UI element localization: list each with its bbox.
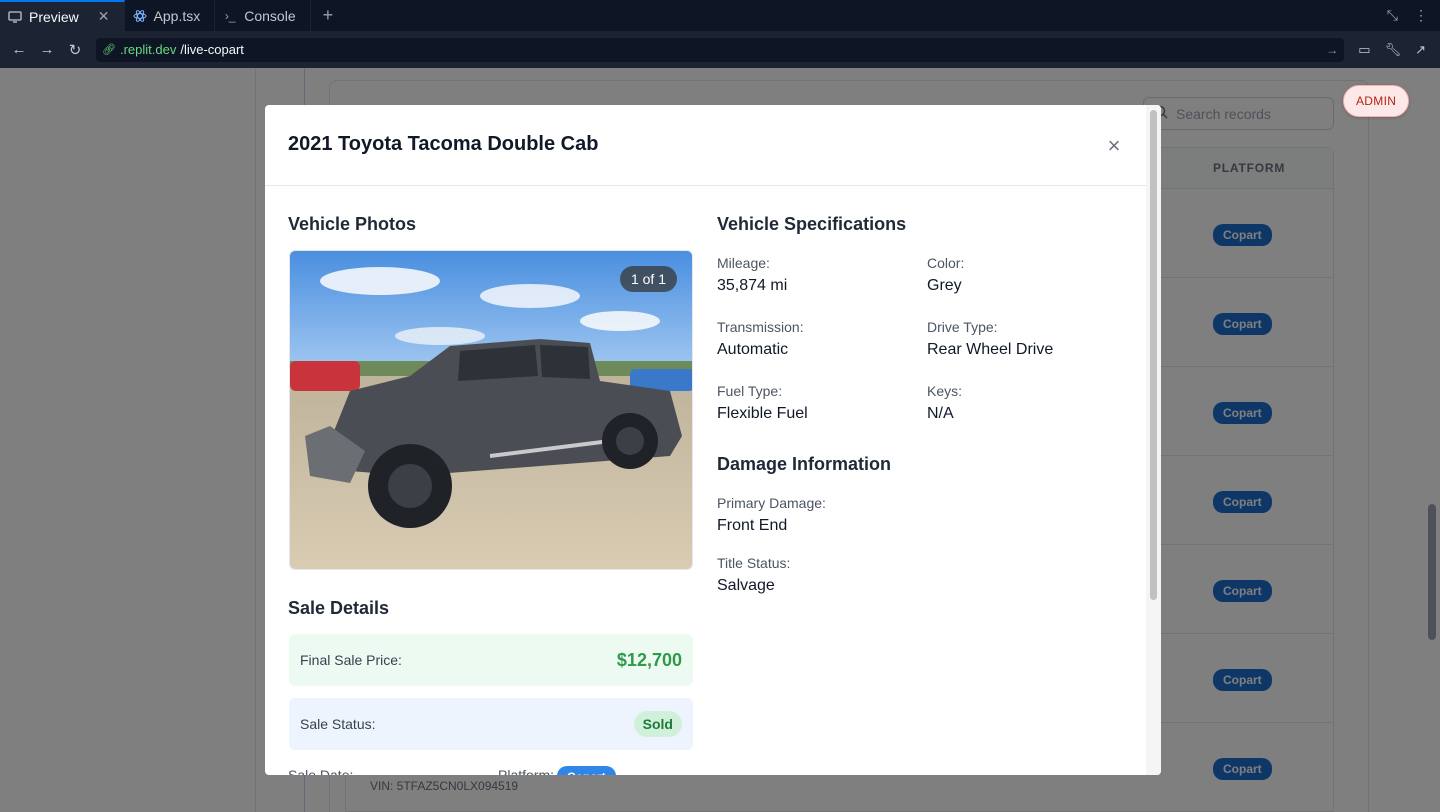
fuel-type-value: Flexible Fuel [717,405,808,422]
fuel-type-label: Fuel Type: [717,383,783,399]
sale-date-label: Sale Date: [288,767,354,775]
platform-badge: Copart [557,766,616,775]
close-icon[interactable]: × [1103,135,1125,157]
mileage-value: 35,874 mi [717,277,788,294]
vehicle-specs-heading: Vehicle Specifications [717,214,907,234]
terminal-icon: ›_ [224,8,236,23]
url-bar: ← → ↻ 🔗︎ .replit.dev/live-copart → ▭ 🔧︎ … [0,31,1440,68]
close-tab-icon[interactable]: ✕ [98,8,110,25]
url-path: /live-copart [180,42,244,57]
device-icon[interactable]: ▭ [1358,42,1370,58]
devtools-wrench-icon[interactable]: 🔧︎ [1385,42,1402,58]
monitor-icon [8,10,22,24]
title-status-label: Title Status: [717,555,791,571]
tab-label: Console [244,7,296,24]
tab-app-tsx[interactable]: App.tsx [125,0,216,31]
keys-label: Keys: [927,383,963,399]
react-icon [133,9,147,23]
url-host: .replit.dev [119,42,177,57]
forward-arrow-icon[interactable]: → [36,39,58,61]
tab-console[interactable]: ›_ Console [215,0,311,31]
keys-value: N/A [927,405,954,422]
minimize-icon[interactable]: ⤡ [1387,7,1398,24]
primary-damage-label: Primary Damage: [717,495,826,511]
photo-counter: 1 of 1 [619,266,677,292]
drive-type-value: Rear Wheel Drive [927,341,1054,358]
tab-label: App.tsx [153,7,201,24]
link-icon: 🔗︎ [102,44,116,56]
vehicle-photo-image [290,251,692,569]
vehicle-detail-modal: 2021 Toyota Tacoma Double Cab × Vehicle … [265,105,1161,775]
go-arrow-icon[interactable]: → [1326,43,1338,57]
final-sale-price-label: Final Sale Price: [300,652,402,668]
primary-damage-value: Front End [717,517,788,534]
final-sale-price-value: $12,700 [616,649,682,670]
platform-label: Platform: [498,767,555,775]
vehicle-photos-heading: Vehicle Photos [288,214,417,234]
reload-icon[interactable]: ↻ [64,39,86,61]
color-value: Grey [927,277,962,294]
workspace-tabbar: Preview ✕ App.tsx ›_ Console + ⤡ ⋮ [0,0,1440,31]
modal-header: 2021 Toyota Tacoma Double Cab × [265,105,1146,186]
add-tab-button[interactable]: + [311,0,346,31]
tab-label: Preview [29,8,79,25]
damage-info-heading: Damage Information [717,454,892,474]
transmission-label: Transmission: [717,319,804,335]
sale-status-label: Sale Status: [300,716,376,732]
vehicle-photo[interactable]: 1 of 1 [289,250,693,570]
final-sale-price-box: Final Sale Price: $12,700 [289,634,693,686]
sale-status-box: Sale Status: Sold [289,698,693,750]
tab-preview[interactable]: Preview ✕ [0,0,125,31]
url-field[interactable]: 🔗︎ .replit.dev/live-copart → [96,37,1345,62]
modal-scrollbar-thumb[interactable] [1150,110,1157,600]
sale-details-heading: Sale Details [288,598,390,618]
title-status-value: Salvage [717,577,775,594]
transmission-value: Automatic [717,341,789,358]
back-arrow-icon[interactable]: ← [8,39,30,61]
modal-title: 2021 Toyota Tacoma Double Cab [288,133,599,155]
drive-type-label: Drive Type: [927,319,998,335]
open-external-icon[interactable]: ↗ [1415,42,1426,58]
color-label: Color: [927,255,965,271]
mileage-label: Mileage: [717,255,770,271]
sale-status-badge: Sold [633,711,682,737]
more-options-icon[interactable]: ⋮ [1414,7,1428,24]
